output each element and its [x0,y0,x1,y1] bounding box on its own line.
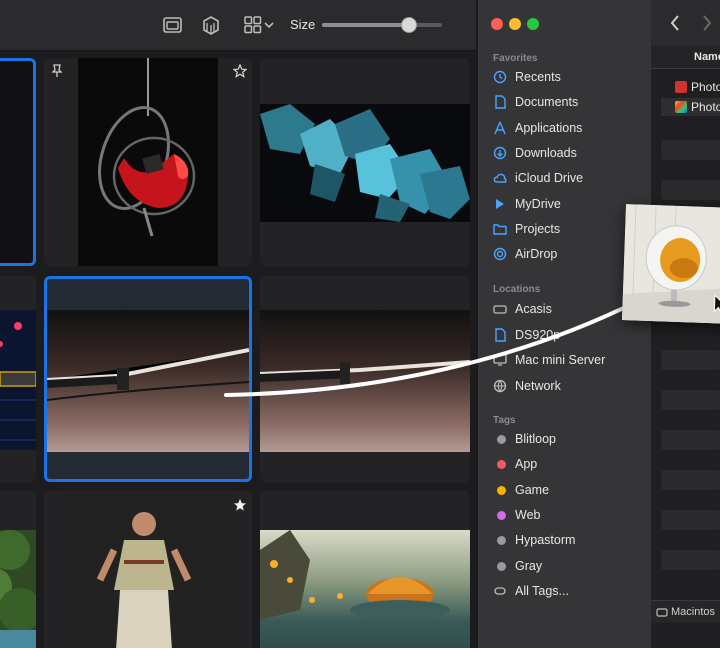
drag-path [224,298,642,397]
drag-preview[interactable] [622,204,720,324]
